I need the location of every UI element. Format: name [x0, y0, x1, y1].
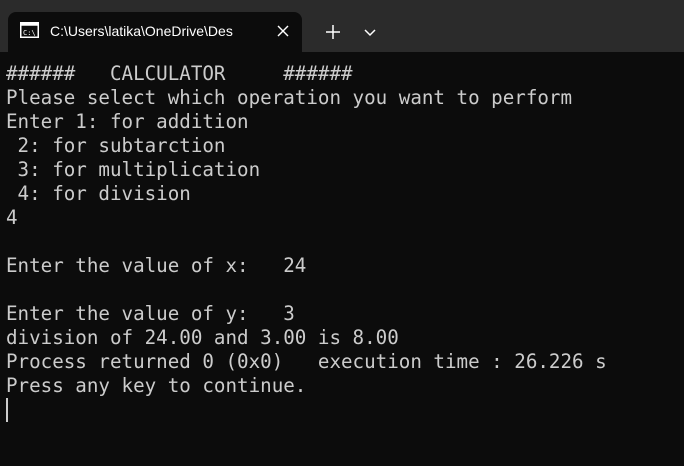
terminal-tab[interactable]: C:\ C:\Users\latika\OneDrive\Des — [8, 12, 302, 52]
command-prompt-icon: C:\ — [20, 22, 39, 38]
title-bar: C:\ C:\Users\latika\OneDrive\Des — [0, 0, 684, 52]
terminal-line: division of 24.00 and 3.00 is 8.00 — [6, 326, 399, 349]
terminal-line: ###### CALCULATOR ###### — [6, 62, 353, 85]
terminal-window: C:\ C:\Users\latika\OneDrive\Des ###### … — [0, 0, 684, 466]
terminal-line: 4 — [6, 206, 18, 229]
terminal-line: Press any key to continue. — [6, 374, 307, 397]
terminal-line: 3: for multiplication — [6, 158, 261, 181]
text-cursor — [6, 398, 8, 422]
chevron-down-icon[interactable] — [356, 18, 384, 46]
terminal-line: Enter 1: for addition — [6, 110, 249, 133]
terminal-line: Enter the value of y: 3 — [6, 302, 295, 325]
terminal-output[interactable]: ###### CALCULATOR ###### Please select w… — [6, 62, 676, 462]
tab-title: C:\Users\latika\OneDrive\Des — [50, 23, 233, 39]
svg-text:C:\: C:\ — [23, 29, 36, 37]
terminal-line: 4: for division — [6, 182, 191, 205]
terminal-line: Enter the value of x: 24 — [6, 254, 307, 277]
plus-icon[interactable] — [316, 18, 350, 46]
terminal-line: 2: for subtarction — [6, 134, 226, 157]
close-icon[interactable] — [272, 20, 294, 42]
terminal-line: Process returned 0 (0x0) execution time … — [6, 350, 607, 373]
terminal-line: Please select which operation you want t… — [6, 86, 573, 109]
